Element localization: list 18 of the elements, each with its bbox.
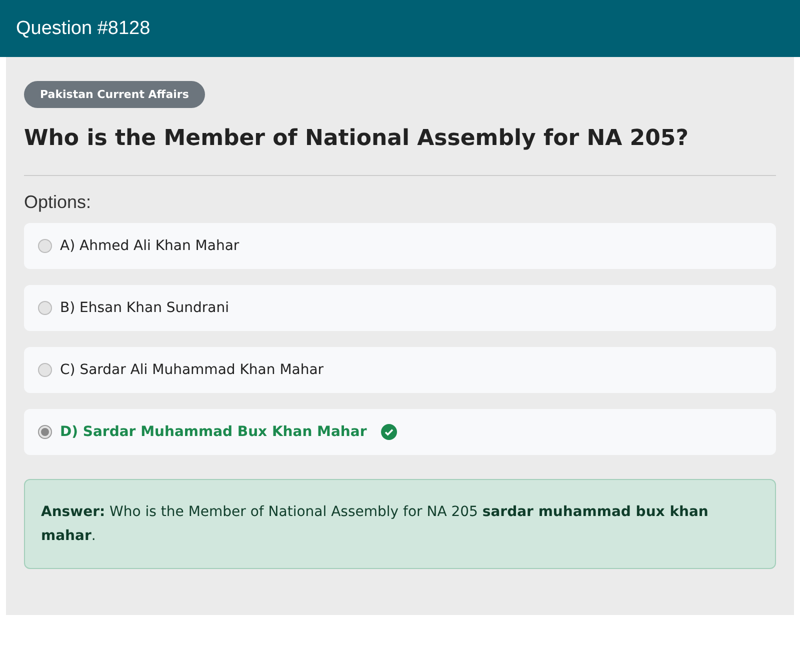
question-text: Who is the Member of National Assembly for NA 205?: [24, 126, 690, 151]
option-label: D) Sardar Muhammad Bux Khan Mahar: [60, 424, 367, 440]
option-label: C) Sardar Ali Muhammad Khan Mahar: [60, 362, 324, 378]
radio-button[interactable]: [38, 425, 52, 439]
category-badge: Pakistan Current Affairs: [24, 81, 205, 108]
options-label: Options:: [24, 192, 92, 213]
option-item[interactable]: B) Ehsan Khan Sundrani: [24, 285, 776, 331]
option-label: A) Ahmed Ali Khan Mahar: [60, 238, 240, 254]
option-item[interactable]: A) Ahmed Ali Khan Mahar: [24, 223, 776, 269]
answer-text: Answer: Who is the Member of National Assembly for NA 205 sardar muhammad bux khan mahar.: [24, 479, 776, 569]
radio-button[interactable]: [38, 363, 52, 377]
check-circle-icon: [380, 424, 397, 440]
radio-button[interactable]: [38, 301, 52, 315]
radio-button[interactable]: [38, 239, 52, 253]
option-item[interactable]: D) Sardar Muhammad Bux Khan Mahar: [24, 409, 776, 455]
page-title: Question #8128: [16, 18, 150, 40]
option-label: B) Ehsan Khan Sundrani: [60, 300, 230, 316]
option-item[interactable]: C) Sardar Ali Muhammad Khan Mahar: [24, 347, 776, 393]
